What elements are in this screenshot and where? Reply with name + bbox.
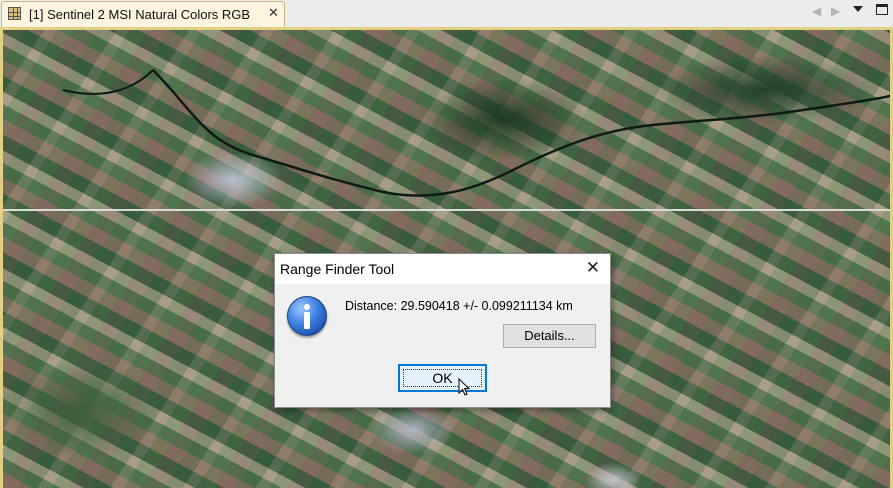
maximize-icon[interactable] (876, 4, 888, 15)
tab-title: [1] Sentinel 2 MSI Natural Colors RGB (29, 7, 251, 22)
distance-message: Distance: 29.590418 +/- 0.099211134 km (345, 299, 573, 313)
mouse-pointer-icon (458, 378, 471, 396)
river-path (62, 69, 154, 95)
next-tab-icon[interactable]: ▶ (831, 4, 840, 18)
editor-tab-bar: [1] Sentinel 2 MSI Natural Colors RGB ✕ … (0, 0, 893, 27)
info-icon (287, 296, 327, 336)
dialog-title: Range Finder Tool (280, 261, 395, 277)
info-icon-dot (304, 304, 310, 310)
range-finder-dialog: Range Finder Tool ✕ Distance: 29.590418 … (274, 253, 611, 408)
dropdown-caret-icon[interactable] (853, 6, 863, 12)
previous-tab-icon[interactable]: ◀ (812, 4, 821, 18)
details-button[interactable]: Details... (503, 324, 596, 348)
river-path (152, 69, 890, 197)
image-view-tab[interactable]: [1] Sentinel 2 MSI Natural Colors RGB ✕ (1, 1, 285, 27)
raster-grid-icon (8, 7, 21, 20)
close-icon[interactable]: ✕ (586, 258, 600, 278)
info-icon-bar (304, 312, 310, 329)
dialog-titlebar[interactable]: Range Finder Tool ✕ (275, 254, 610, 284)
close-icon[interactable]: ✕ (268, 5, 279, 21)
ok-button[interactable]: OK (398, 364, 487, 392)
